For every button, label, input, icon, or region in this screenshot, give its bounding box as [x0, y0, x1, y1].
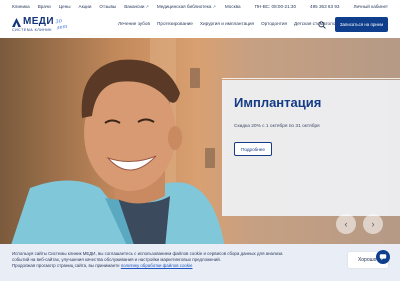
external-link-icon: ↗ — [145, 3, 149, 9]
cookie-line-3-text: Продолжая просмотр страниц сайта, вы при… — [12, 263, 120, 269]
chevron-right-icon: › — [371, 219, 375, 229]
logo-mark-icon — [12, 18, 21, 27]
nav-item-prosthetics[interactable]: Протезирование — [157, 21, 193, 26]
top-links: Клиника Врачи Цены Акции Отзывы Вакансии… — [0, 4, 216, 9]
top-link-doctors[interactable]: Врачи — [38, 4, 51, 9]
top-link-library-label: Медицинская библиотека — [156, 3, 212, 9]
top-link-vacancies-label: Вакансии — [124, 3, 145, 9]
hero-description: Скидка 20% с 1 октября по 31 октября — [234, 124, 320, 129]
cookie-banner: Используя сайты Системы клиник МЕДИ, вы … — [0, 244, 400, 281]
more-button[interactable]: Подробнее — [234, 142, 272, 156]
account-link[interactable]: Личный кабинет — [353, 4, 388, 9]
chevron-left-icon: ‹ — [344, 219, 348, 229]
top-link-library[interactable]: Медицинская библиотека↗ — [157, 4, 216, 9]
logo-word: МЕДИ — [23, 16, 54, 27]
logo-subtitle: СИСТЕМА КЛИНИК — [12, 28, 52, 32]
hero-banner: Имплантация Скидка 20% с 1 октября по 31… — [0, 38, 400, 248]
cookie-policy-link[interactable]: политику обработки файлов cookie — [121, 263, 193, 268]
top-link-clinic[interactable]: Клиника — [12, 4, 30, 9]
top-link-vacancies[interactable]: Вакансии↗ — [124, 4, 149, 9]
main-header: МЕДИ СИСТЕМА КЛИНИК 30 лет Лечение зубов… — [0, 12, 400, 38]
top-link-reviews[interactable]: Отзывы — [99, 4, 116, 9]
city-selector[interactable]: Москва — [225, 4, 241, 9]
logo[interactable]: МЕДИ СИСТЕМА КЛИНИК 30 лет — [12, 16, 74, 34]
nav-item-orthodontics[interactable]: Ортодонтия — [261, 21, 287, 26]
slider-progress-line — [222, 78, 400, 79]
hero-title: Имплантация — [234, 95, 322, 110]
chat-button[interactable] — [376, 250, 390, 264]
external-link-icon: ↗ — [212, 3, 216, 9]
top-link-promos[interactable]: Акции — [79, 4, 92, 9]
top-contacts: Москва ПН-ВС: 08:00-21:30 495 363 63 93 … — [225, 4, 388, 9]
working-hours: ПН-ВС: 08:00-21:30 — [254, 3, 297, 9]
cookie-text: Используя сайты Системы клиник МЕДИ, вы … — [12, 251, 312, 270]
slider-next-button[interactable]: › — [363, 214, 383, 234]
top-utility-bar: Клиника Врачи Цены Акции Отзывы Вакансии… — [0, 0, 400, 12]
nav-item-treatment[interactable]: Лечение зубов — [118, 21, 150, 26]
logo-script: 30 лет — [55, 18, 68, 32]
top-link-prices[interactable]: Цены — [59, 4, 71, 9]
slider-prev-button[interactable]: ‹ — [336, 214, 356, 234]
nav-item-surgery[interactable]: Хирургия и имплантация — [200, 21, 254, 26]
phone-link[interactable]: 495 363 63 93 — [310, 4, 339, 9]
chat-icon — [379, 254, 387, 261]
search-icon[interactable] — [318, 21, 326, 29]
cookie-line-3: Продолжая просмотр страниц сайта, вы при… — [12, 263, 312, 269]
hero-text-card: Имплантация Скидка 20% с 1 октября по 31… — [222, 80, 400, 216]
book-appointment-button[interactable]: Записаться на прием — [335, 17, 388, 32]
